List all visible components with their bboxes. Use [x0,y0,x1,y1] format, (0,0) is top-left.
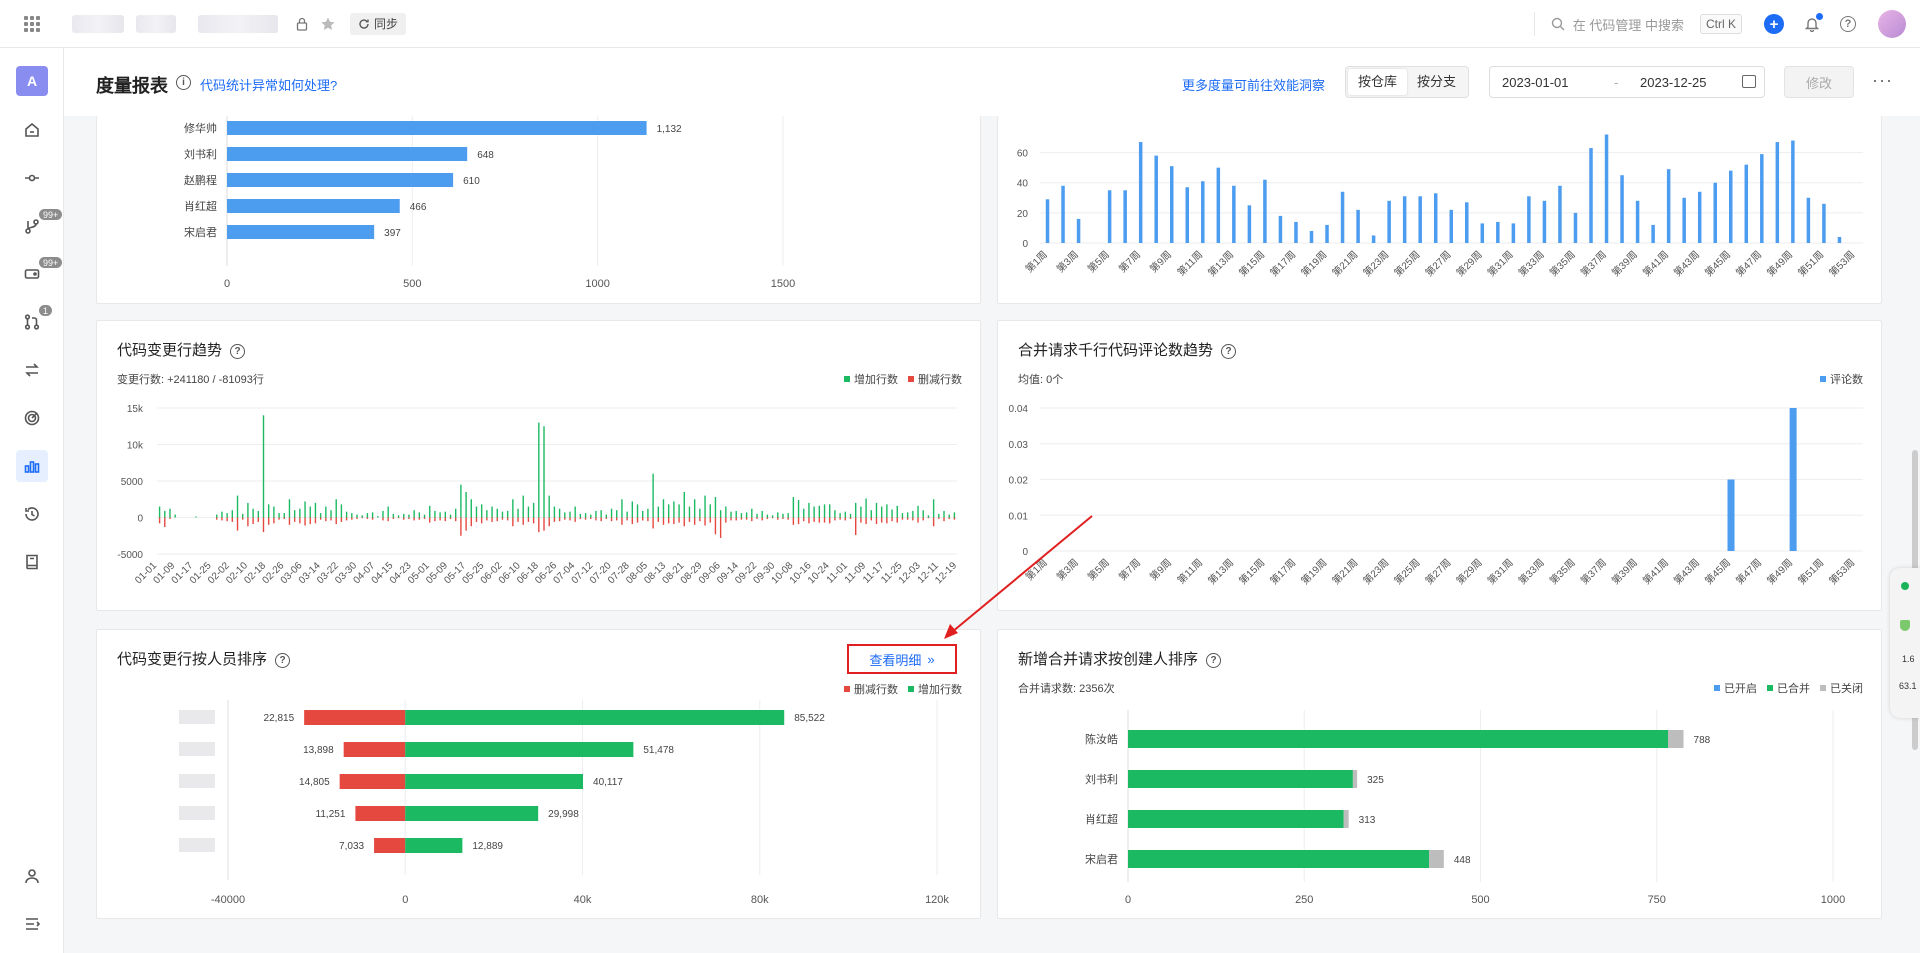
shield-icon [1900,620,1910,631]
status-dot [1901,582,1909,590]
monitor-value-b: 63.1 [1899,681,1917,691]
annotation-arrow [944,515,1093,639]
monitor-value-a: 1.6 [1902,654,1915,664]
monitor-widget[interactable]: 1.6 63.1 [1890,568,1920,718]
